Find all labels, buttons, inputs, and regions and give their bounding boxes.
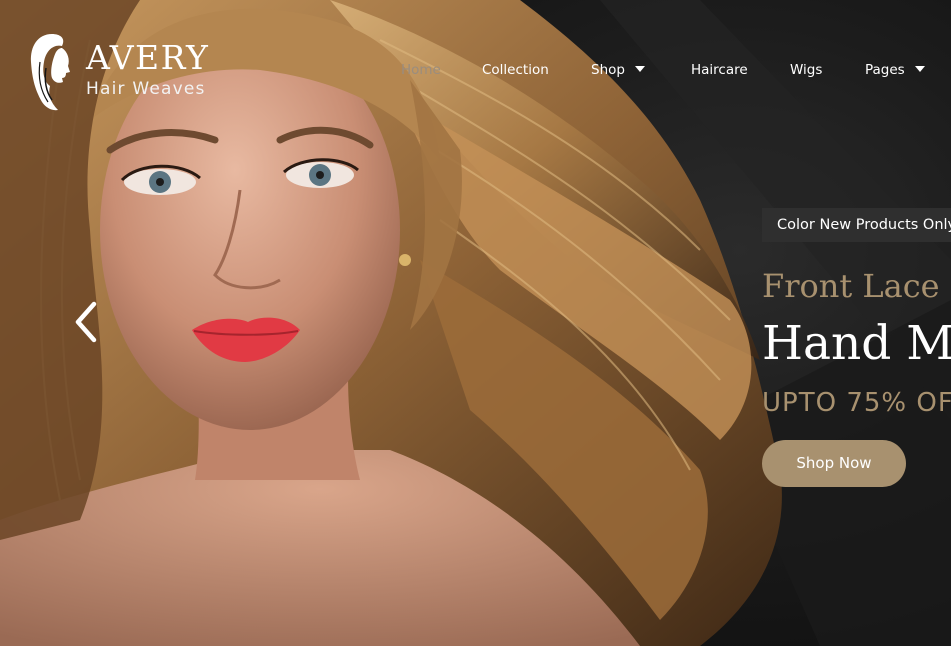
caret-down-icon — [914, 66, 925, 72]
nav-item-pages[interactable]: Pages — [865, 60, 925, 80]
nav-item-label: Pages — [865, 62, 905, 78]
slide-headline: Hand M — [762, 316, 951, 371]
nav-item-label: Home — [401, 62, 441, 78]
slider-prev-button[interactable] — [70, 300, 102, 344]
nav-item-wigs[interactable]: Wigs — [790, 60, 822, 80]
slide-offer: UPTO 75% OFF — [762, 388, 951, 418]
nav-item-shop[interactable]: Shop — [591, 60, 645, 80]
slide-kicker: Front Lace — [762, 267, 940, 305]
shop-now-button[interactable]: Shop Now — [762, 440, 906, 487]
slide-badge: Color New Products Only — [762, 208, 951, 242]
nav-item-haircare[interactable]: Haircare — [691, 60, 748, 80]
nav-item-label: Haircare — [691, 62, 748, 78]
nav-item-label: Shop — [591, 62, 625, 78]
chevron-left-icon — [75, 301, 97, 343]
caret-down-icon — [634, 66, 645, 72]
nav-item-home[interactable]: Home — [401, 60, 441, 80]
nav-item-label: Collection — [482, 62, 549, 78]
nav-item-collection[interactable]: Collection — [482, 60, 549, 80]
nav-item-label: Wigs — [790, 62, 823, 78]
main-navigation: Home Collection Shop Haircare Wigs Pages — [0, 60, 951, 82]
